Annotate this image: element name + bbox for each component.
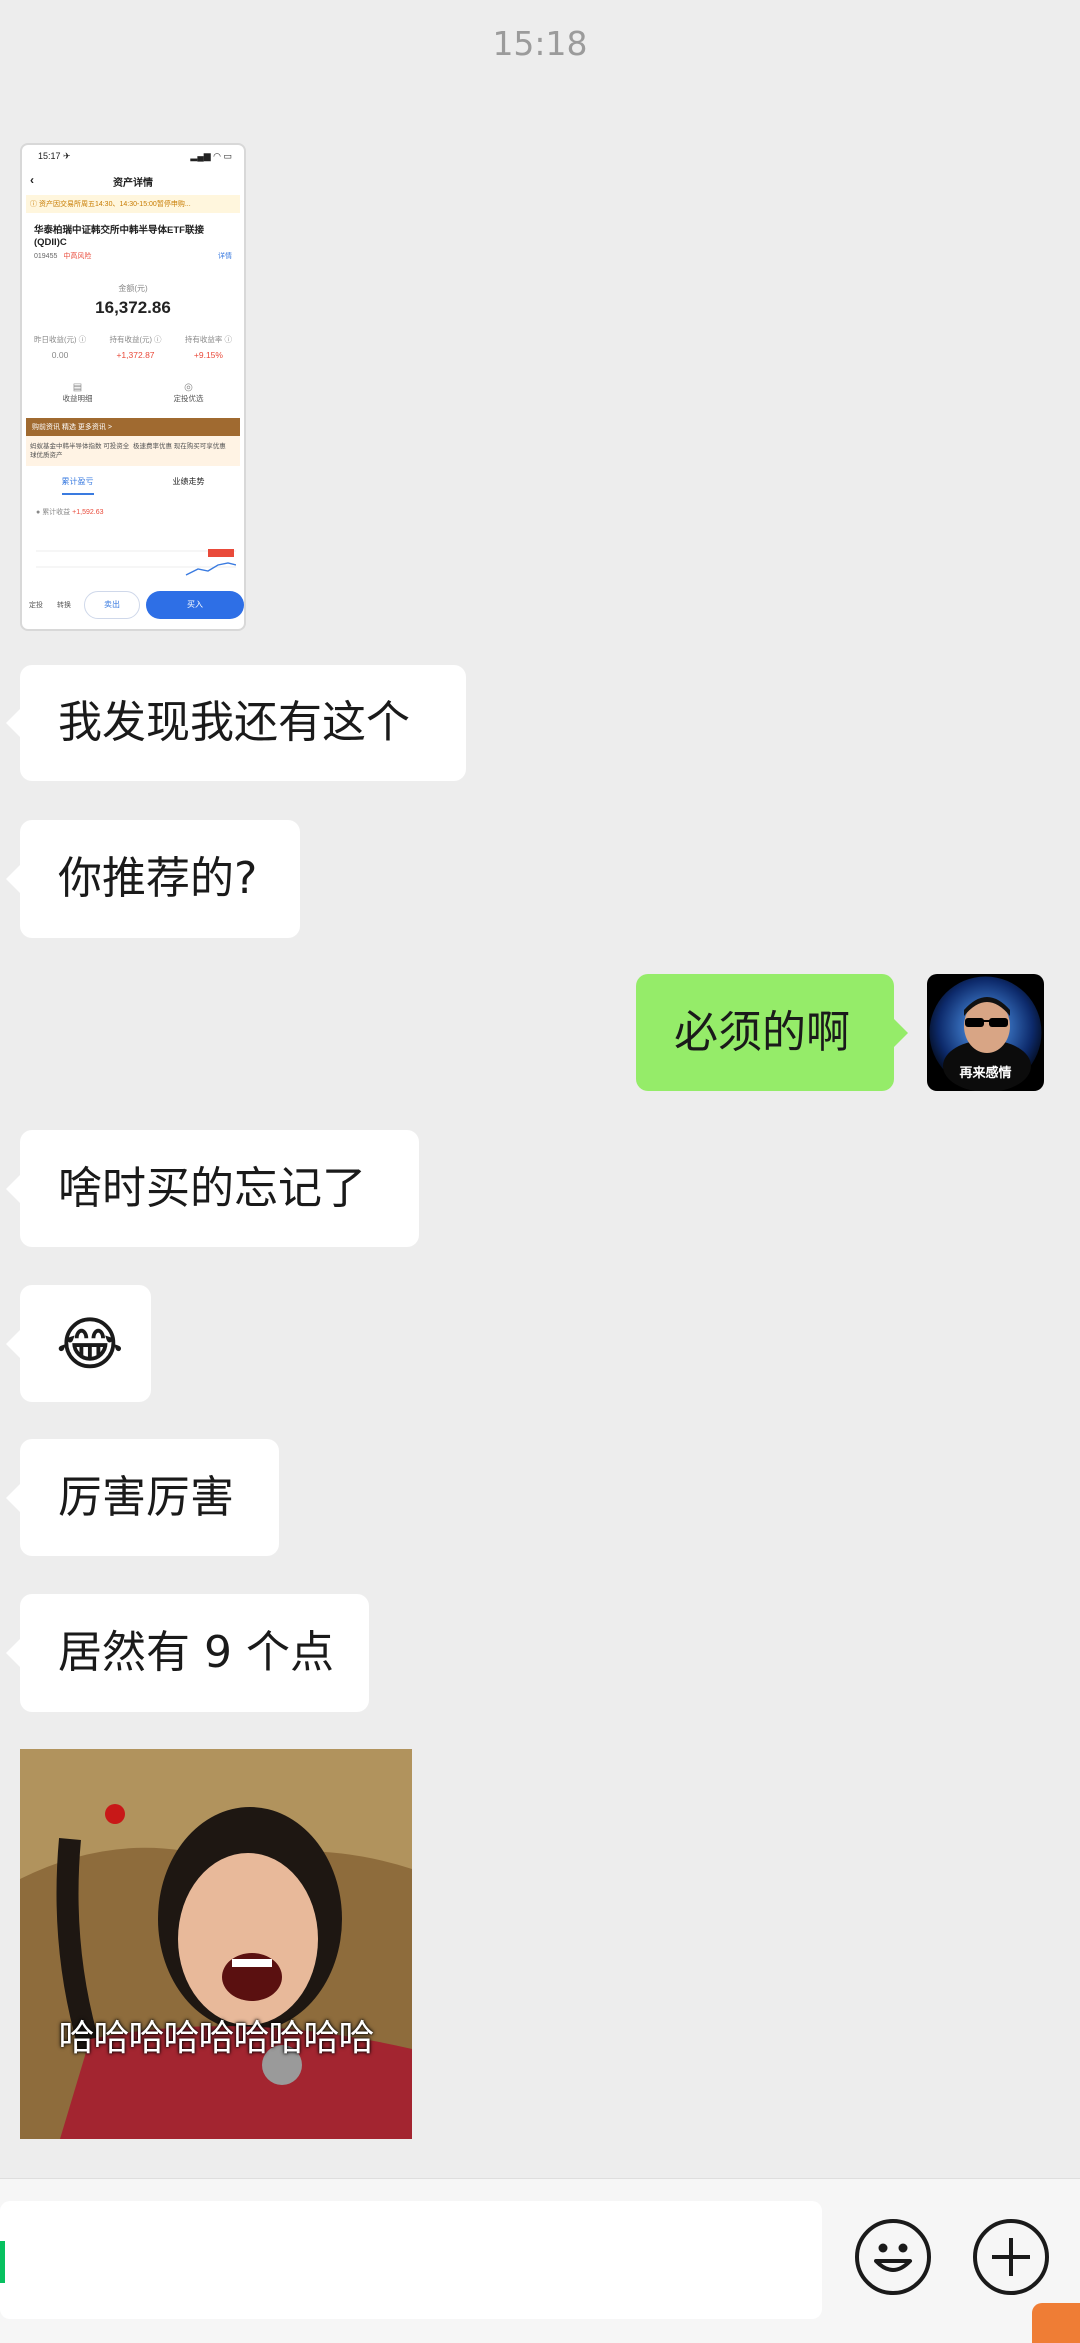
stat-value: 0.00 bbox=[51, 349, 69, 360]
plus-circle-icon[interactable] bbox=[973, 2219, 1049, 2295]
action-label: 收益明细 bbox=[62, 393, 93, 403]
screenshot-action: ◎ 定投优选 bbox=[174, 382, 204, 404]
screenshot-status-bar: 15:17 ✈ ▂▄▆ ◠ ▭ bbox=[22, 145, 244, 162]
message-text: 你推荐的? bbox=[58, 853, 258, 904]
screenshot-banner: 购前资讯 精选 更多资讯 > bbox=[26, 417, 240, 436]
screenshot-fund-name: 华泰柏瑞中证韩交所中韩半导体ETF联接(QDII)C bbox=[34, 225, 204, 248]
screenshot-amount-label: 金额(元) bbox=[118, 283, 148, 293]
screenshot-promo: 蚂蚁基金中韩半导体指数 可投资全球优质资产 极速费率优惠 现在购买可享优惠 bbox=[26, 435, 240, 466]
screenshot-stat: 持有收益(元) ⓘ +1,372.87 bbox=[109, 334, 161, 360]
screenshot-profit: ● 累计收益 +1,592.63 bbox=[36, 508, 104, 516]
screenshot-stats: 昨日收益(元) ⓘ 0.00 持有收益(元) ⓘ +1,372.87 持有收益率… bbox=[34, 334, 232, 360]
profit-label-text: 累计收益 bbox=[42, 508, 71, 516]
message-bubble-left[interactable]: 啥时买的忘记了 bbox=[6, 1130, 419, 1247]
text-cursor bbox=[0, 2241, 5, 2283]
screenshot-more-link: 详情 bbox=[218, 252, 232, 260]
floating-app-icon[interactable] bbox=[1032, 2303, 1080, 2343]
screenshot-fund-code: 019455 bbox=[34, 252, 58, 260]
plus-glyph bbox=[992, 2238, 1030, 2276]
message-bubble-left[interactable]: 你推荐的? bbox=[6, 820, 300, 938]
message-text: 居然有 9 个点 bbox=[58, 1627, 334, 1678]
screenshot-stat: 昨日收益(元) ⓘ 0.00 bbox=[34, 334, 86, 360]
promo-left: 蚂蚁基金中韩半导体指数 可投资全球优质资产 bbox=[30, 442, 130, 459]
screenshot-stat: 持有收益率 ⓘ +9.15% bbox=[185, 334, 232, 360]
avatar-caption: 再来感情 bbox=[959, 1066, 1012, 1081]
back-arrow-icon: ‹ bbox=[30, 173, 34, 187]
message-text: 我发现我还有这个 bbox=[58, 697, 410, 748]
screenshot-tab: 业绩走势 bbox=[172, 476, 205, 486]
message-text: 啥时买的忘记了 bbox=[58, 1162, 366, 1214]
message-text: 必须的啊 bbox=[674, 1006, 850, 1058]
time-divider: 15:18 bbox=[492, 24, 588, 63]
my-avatar[interactable]: 再来感情 bbox=[927, 974, 1044, 1091]
tears-of-joy-emoji: 😂 bbox=[56, 1309, 124, 1378]
message-bubble-left[interactable]: 😂 bbox=[6, 1285, 151, 1402]
smiley-face-glyph bbox=[874, 2243, 912, 2272]
stat-value: +9.15% bbox=[193, 349, 223, 360]
action-label: 定投优选 bbox=[173, 393, 204, 403]
screenshot-bottom-bar: 定投 转换 卖出 买入 bbox=[22, 591, 244, 619]
sticker-caption: 哈哈哈哈哈哈哈哈哈 bbox=[58, 2018, 374, 2059]
profit-value: +1,592.63 bbox=[72, 508, 104, 516]
screenshot-fund-meta: 019455 中高风险 详情 bbox=[34, 251, 232, 261]
target-icon: ◎ bbox=[184, 381, 193, 393]
screenshot-sell-button: 卖出 bbox=[84, 591, 140, 619]
message-bubble-left[interactable]: 居然有 9 个点 bbox=[6, 1594, 369, 1712]
screenshot-buy-button: 买入 bbox=[146, 591, 244, 619]
screenshot-status-time: 15:17 ✈ bbox=[38, 151, 71, 161]
chat-input-bar bbox=[0, 2178, 1080, 2343]
screenshot-page-header: ‹ 资产详情 bbox=[22, 173, 244, 189]
message-bubble-left[interactable]: 我发现我还有这个 bbox=[6, 665, 466, 781]
screenshot-tab-active: 累计盈亏 bbox=[61, 476, 94, 495]
smiley-face-icon[interactable] bbox=[855, 2219, 931, 2295]
screenshot-amount: 16,372.86 bbox=[95, 297, 171, 317]
promo-right: 极速费率优惠 现在购买可享优惠 bbox=[133, 442, 226, 450]
screenshot-fund-tag: 中高风险 bbox=[63, 252, 92, 260]
screenshot-mini-chart bbox=[36, 549, 236, 576]
message-text: 厉害厉害 bbox=[58, 1471, 234, 1523]
stat-value: +1,372.87 bbox=[116, 349, 155, 360]
screenshot-bottom-item: 转换 bbox=[57, 602, 71, 609]
message-bubble-right[interactable]: 必须的啊 bbox=[636, 974, 908, 1091]
stat-label: 持有收益率 ⓘ bbox=[184, 334, 232, 344]
message-input[interactable] bbox=[0, 2201, 822, 2319]
screenshot-status-icons: ▂▄▆ ◠ ▭ bbox=[190, 151, 232, 161]
screenshot-page-title: 资产详情 bbox=[113, 178, 153, 189]
screenshot-notice: ⓘ 资产因交易所周五14:30、14:30-15:00暂停申购... bbox=[26, 195, 240, 213]
message-bubble-left[interactable]: 厉害厉害 bbox=[6, 1439, 279, 1556]
screenshot-action: ▤ 收益明细 bbox=[63, 382, 93, 404]
document-icon: ▤ bbox=[72, 381, 83, 393]
stat-label: 持有收益(元) ⓘ bbox=[109, 334, 162, 344]
screenshot-image-message[interactable]: 15:17 ✈ ▂▄▆ ◠ ▭ ‹ 资产详情 ⓘ 资产因交易所周五14:30、1… bbox=[20, 143, 246, 631]
laughing-girl-sticker[interactable]: 哈哈哈哈哈哈哈哈哈 bbox=[20, 1749, 412, 2139]
screenshot-bottom-item: 定投 bbox=[29, 602, 43, 609]
screenshot-actions: ▤ 收益明细 ◎ 定投优选 bbox=[22, 382, 244, 404]
stat-label: 昨日收益(元) ⓘ bbox=[34, 334, 87, 344]
screenshot-tabs: 累计盈亏 业绩走势 bbox=[22, 476, 244, 495]
sticker-picture-icon bbox=[20, 1749, 412, 2139]
